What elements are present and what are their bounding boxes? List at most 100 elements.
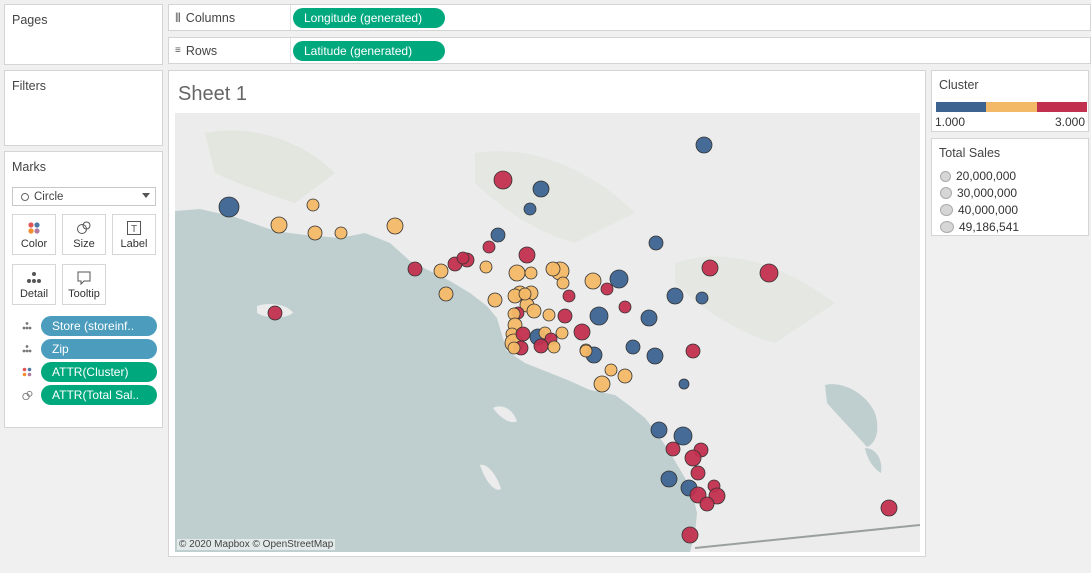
rows-shelf[interactable]: ≡ Rows Latitude (generated) [168, 37, 1091, 64]
label-icon: T [113, 220, 155, 236]
label-button[interactable]: T Label [112, 214, 156, 255]
store-marker[interactable] [386, 217, 404, 235]
store-marker[interactable] [479, 260, 493, 274]
store-marker[interactable] [673, 426, 693, 446]
store-marker[interactable] [515, 326, 531, 342]
rows-icon: ≡ [175, 45, 181, 56]
columns-label-text: Columns [185, 10, 236, 25]
store-marker[interactable] [433, 263, 449, 279]
store-marker[interactable] [334, 226, 348, 240]
store-marker[interactable] [681, 526, 699, 544]
store-marker[interactable] [487, 292, 503, 308]
color-button[interactable]: Color [12, 214, 56, 255]
store-marker[interactable] [573, 323, 591, 341]
store-marker[interactable] [684, 449, 702, 467]
store-marker[interactable] [482, 240, 496, 254]
mark-type-dropdown[interactable]: Circle [12, 187, 156, 206]
latitude-pill[interactable]: Latitude (generated) [293, 41, 445, 61]
store-marker[interactable] [218, 196, 240, 218]
filters-card[interactable]: Filters [4, 70, 163, 146]
store-marker[interactable] [666, 287, 684, 305]
store-marker[interactable] [524, 266, 538, 280]
store-marker[interactable] [542, 308, 556, 322]
store-marker[interactable] [625, 339, 641, 355]
store-marker[interactable] [584, 272, 602, 290]
store-marker[interactable] [593, 375, 611, 393]
store-field-pill[interactable]: Store (storeinf.. [41, 316, 157, 336]
cluster-color-ramp [936, 102, 1087, 112]
cluster-field-pill[interactable]: ATTR(Cluster) [41, 362, 157, 382]
map-area[interactable]: © 2020 Mapbox © OpenStreetMap [175, 113, 920, 552]
store-marker[interactable] [579, 344, 593, 358]
store-marker[interactable] [507, 341, 521, 355]
longitude-pill[interactable]: Longitude (generated) [293, 8, 445, 28]
pages-title: Pages [12, 13, 48, 27]
size-icon [63, 220, 105, 236]
store-marker[interactable] [407, 261, 423, 277]
detail-icon [20, 342, 34, 356]
sales-legend-value: 30,000,000 [957, 186, 1018, 200]
color-icon [13, 220, 55, 236]
detail-icon [13, 270, 55, 286]
tooltip-icon [63, 270, 105, 286]
mark-field-store[interactable]: Store (storeinf.. [20, 316, 160, 336]
total-sales-field-pill[interactable]: ATTR(Total Sal.. [41, 385, 157, 405]
store-marker[interactable] [648, 235, 664, 251]
size-button[interactable]: Size [62, 214, 106, 255]
store-marker[interactable] [701, 259, 719, 277]
store-marker[interactable] [604, 363, 618, 377]
store-marker[interactable] [307, 225, 323, 241]
columns-shelf[interactable]: ||| Columns Longitude (generated) [168, 4, 1091, 31]
store-marker[interactable] [456, 251, 470, 265]
store-marker[interactable] [678, 378, 690, 390]
store-marker[interactable] [618, 300, 632, 314]
mark-field-cluster[interactable]: ATTR(Cluster) [20, 362, 160, 382]
store-marker[interactable] [508, 264, 526, 282]
store-marker[interactable] [545, 261, 561, 277]
mark-field-total-sales[interactable]: ATTR(Total Sal.. [20, 385, 160, 405]
store-marker[interactable] [518, 246, 536, 264]
store-marker[interactable] [562, 289, 576, 303]
detail-button[interactable]: Detail [12, 264, 56, 305]
store-marker[interactable] [660, 470, 678, 488]
store-marker[interactable] [880, 499, 898, 517]
tooltip-button[interactable]: Tooltip [62, 264, 106, 305]
store-marker[interactable] [490, 227, 506, 243]
store-marker[interactable] [646, 347, 664, 365]
store-marker[interactable] [650, 421, 668, 439]
detail-icon [20, 319, 34, 333]
pages-card[interactable]: Pages [4, 4, 163, 65]
mark-field-zip[interactable]: Zip [20, 339, 160, 359]
store-marker[interactable] [267, 305, 283, 321]
store-marker[interactable] [690, 465, 706, 481]
store-marker[interactable] [685, 343, 701, 359]
sales-legend-value: 20,000,000 [956, 169, 1017, 183]
store-marker[interactable] [523, 202, 537, 216]
cluster-legend[interactable]: Cluster 1.000 3.000 [931, 70, 1089, 132]
store-marker[interactable] [532, 180, 550, 198]
store-marker[interactable] [609, 269, 629, 289]
store-marker[interactable] [555, 326, 569, 340]
store-marker[interactable] [699, 496, 715, 512]
store-marker[interactable] [695, 291, 709, 305]
store-marker[interactable] [438, 286, 454, 302]
total-sales-legend[interactable]: Total Sales 20,000,000 30,000,000 40,000… [931, 138, 1089, 236]
store-marker[interactable] [518, 287, 532, 301]
sales-legend-item: 49,186,541 [940, 220, 1019, 234]
store-marker[interactable] [695, 136, 713, 154]
zip-field-pill[interactable]: Zip [41, 339, 157, 359]
store-marker[interactable] [617, 368, 633, 384]
store-marker[interactable] [589, 306, 609, 326]
store-marker[interactable] [556, 276, 570, 290]
store-marker[interactable] [640, 309, 658, 327]
store-marker[interactable] [557, 308, 573, 324]
store-marker[interactable] [665, 441, 681, 457]
store-marker[interactable] [759, 263, 779, 283]
store-marker[interactable] [533, 338, 549, 354]
store-marker[interactable] [270, 216, 288, 234]
store-marker[interactable] [526, 303, 542, 319]
store-marker[interactable] [600, 282, 614, 296]
store-marker[interactable] [306, 198, 320, 212]
store-marker[interactable] [493, 170, 513, 190]
store-marker[interactable] [547, 340, 561, 354]
